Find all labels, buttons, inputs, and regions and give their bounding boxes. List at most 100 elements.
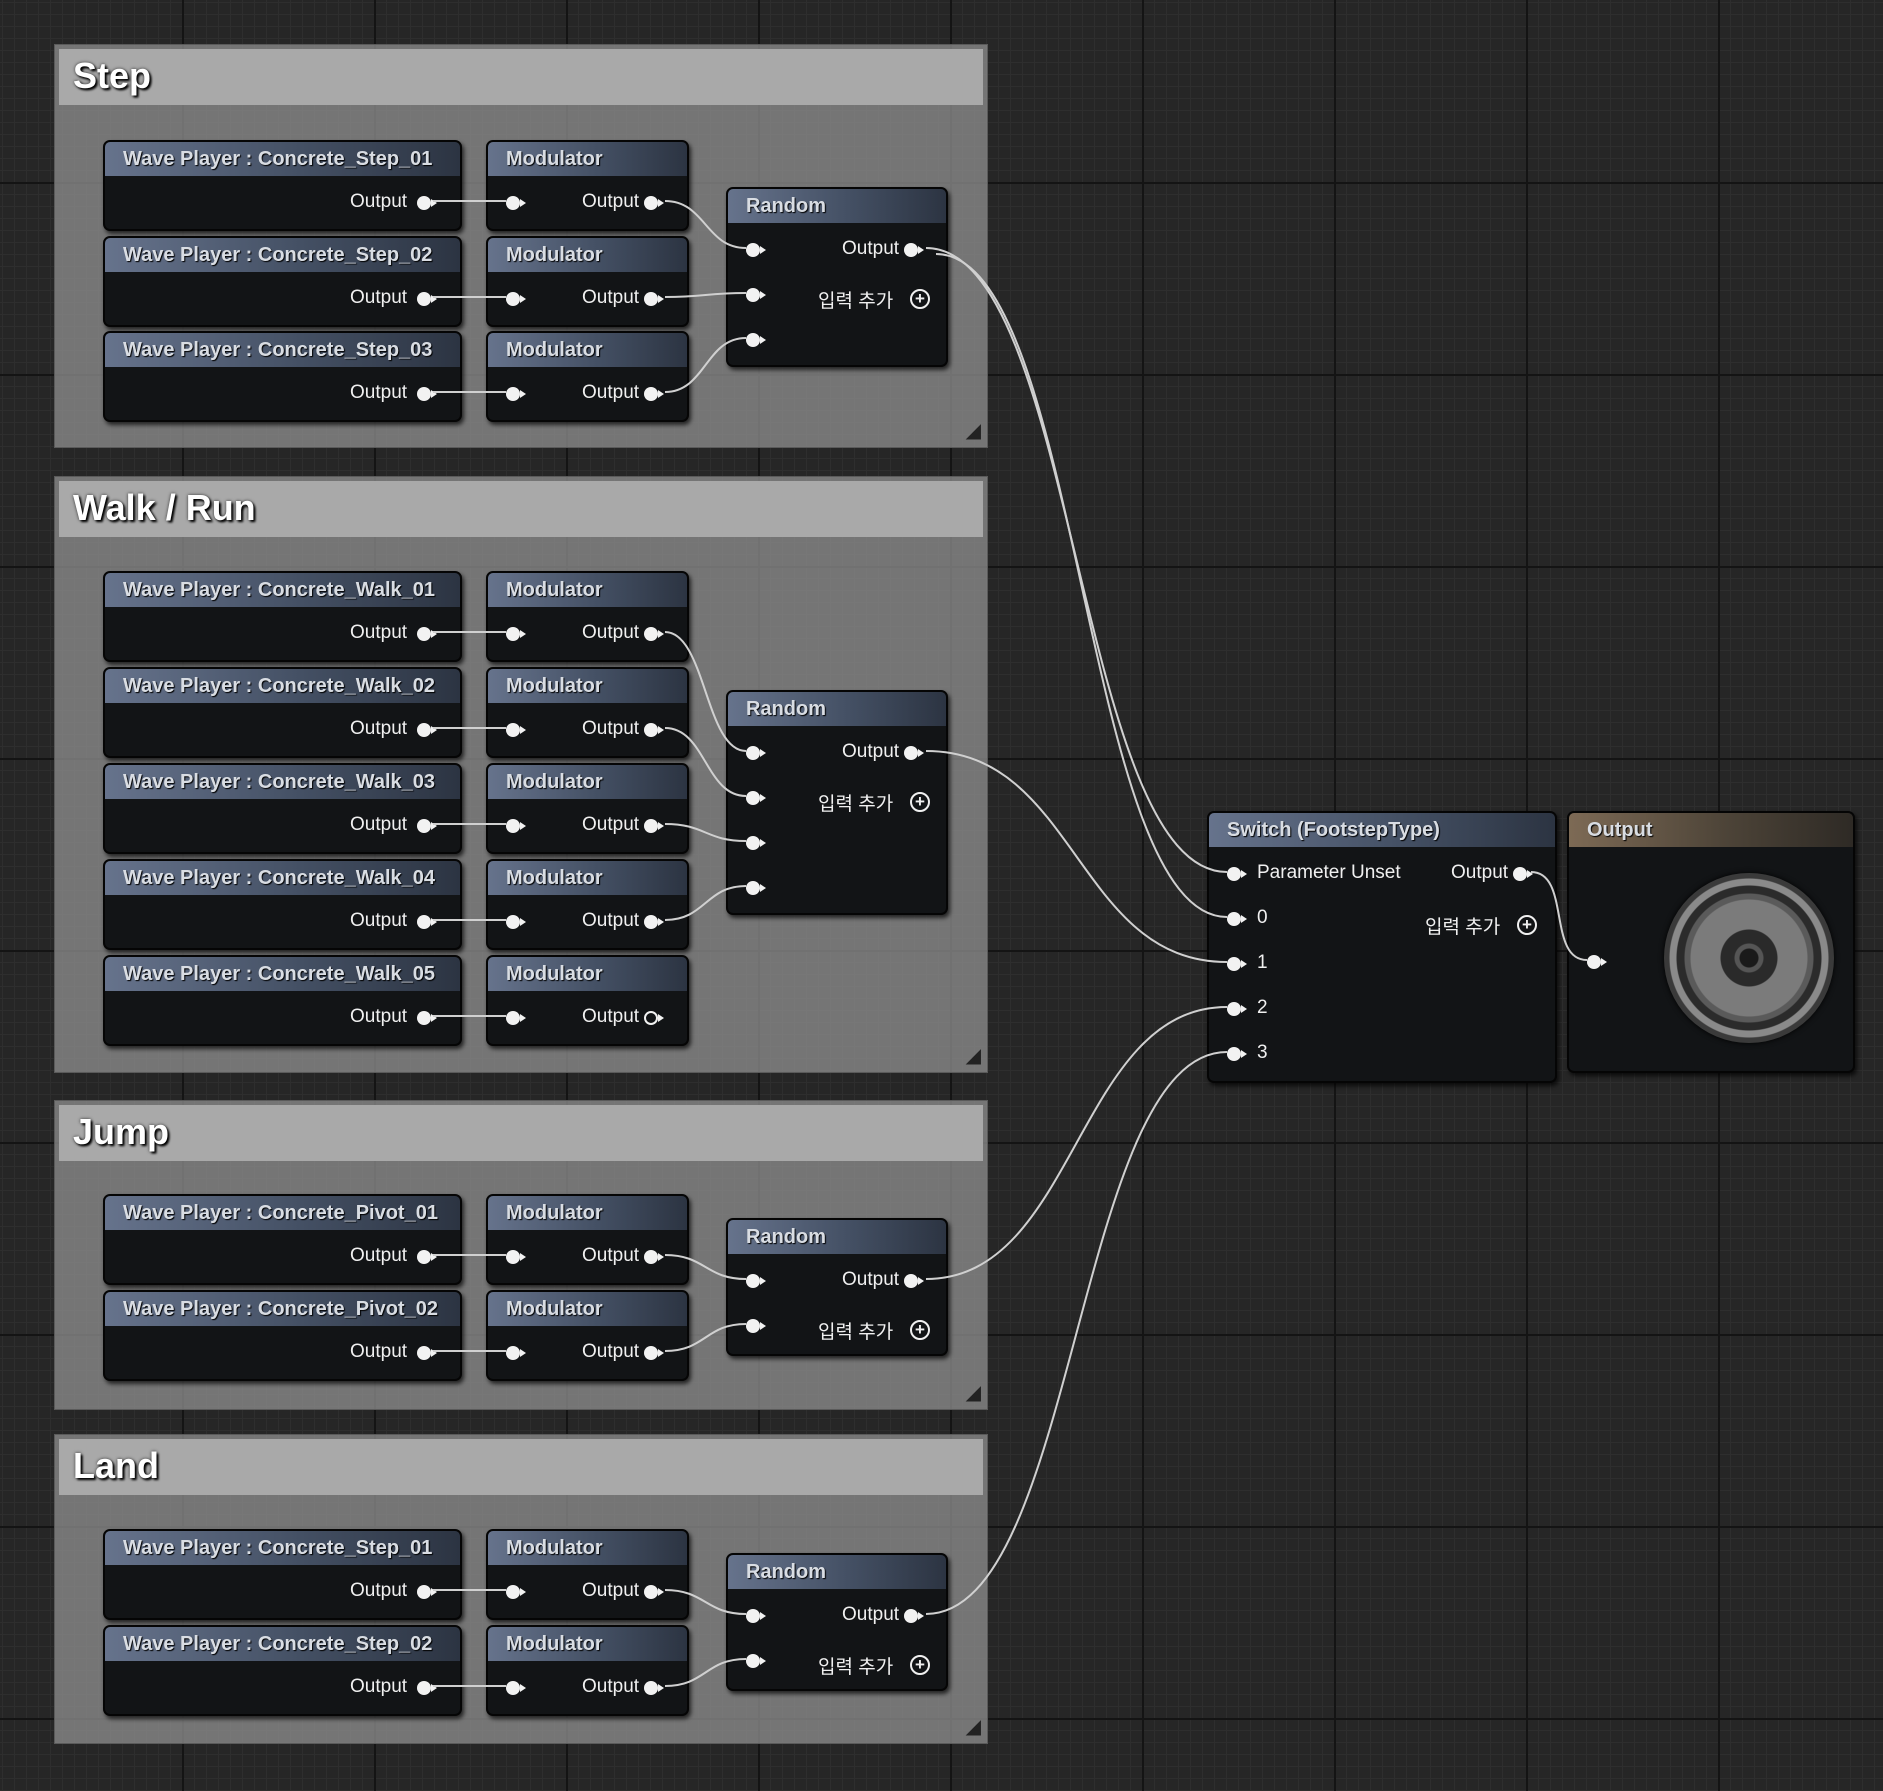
add-input-label[interactable]: 입력 추가	[818, 789, 893, 816]
modulator-node[interactable]: Modulator Output	[486, 140, 689, 231]
wave-player-node[interactable]: Wave Player : Concrete_Step_01 Output	[103, 1529, 462, 1620]
modulator-node[interactable]: Modulator Output	[486, 1194, 689, 1285]
modulator-input-pin[interactable]	[506, 722, 526, 738]
wave-player-node[interactable]: Wave Player : Concrete_Step_01 Output	[103, 140, 462, 231]
resize-handle-icon[interactable]: ◢	[966, 418, 981, 443]
wave-player-node[interactable]: Wave Player : Concrete_Walk_03 Output	[103, 763, 462, 854]
modulator-input-pin[interactable]	[506, 1345, 526, 1361]
modulator-output-pin[interactable]	[644, 1584, 664, 1600]
wave-player-output-pin[interactable]	[417, 1010, 437, 1026]
modulator-input-pin[interactable]	[506, 195, 526, 211]
wave-player-output-pin[interactable]	[417, 1584, 437, 1600]
modulator-output-pin[interactable]	[644, 291, 664, 307]
switch-output-pin[interactable]	[1513, 866, 1533, 882]
add-input-label[interactable]: 입력 추가	[818, 1317, 893, 1344]
add-pin-icon[interactable]: +	[910, 289, 930, 309]
add-pin-icon[interactable]: +	[910, 792, 930, 812]
add-input-label[interactable]: 입력 추가	[818, 286, 893, 313]
modulator-node[interactable]: Modulator Output	[486, 236, 689, 327]
comment-header[interactable]: Walk / Run	[59, 481, 983, 537]
random-output-pin[interactable]	[904, 242, 924, 258]
modulator-output-pin[interactable]	[644, 818, 664, 834]
modulator-output-pin[interactable]	[644, 195, 664, 211]
random-input-pin[interactable]	[746, 332, 766, 348]
random-node[interactable]: Random Output 입력 추가 +	[726, 1553, 948, 1691]
random-node[interactable]: Random Output 입력 추가 +	[726, 187, 948, 367]
random-input-pin[interactable]	[746, 790, 766, 806]
add-input-label[interactable]: 입력 추가	[818, 1652, 893, 1679]
switch-node[interactable]: Switch (FootstepType) Parameter Unset 0 1 2 3…	[1207, 811, 1557, 1083]
modulator-input-pin[interactable]	[506, 1010, 526, 1026]
add-input-label[interactable]: 입력 추가	[1425, 912, 1500, 939]
random-input-pin[interactable]	[746, 835, 766, 851]
modulator-input-pin[interactable]	[506, 818, 526, 834]
wave-player-node[interactable]: Wave Player : Concrete_Walk_02 Output	[103, 667, 462, 758]
modulator-output-pin[interactable]	[644, 914, 664, 930]
output-node[interactable]: Output	[1567, 811, 1855, 1073]
wave-player-output-pin[interactable]	[417, 626, 437, 642]
wave-player-output-pin[interactable]	[417, 914, 437, 930]
modulator-output-pin[interactable]	[644, 626, 664, 642]
modulator-input-pin[interactable]	[506, 1680, 526, 1696]
wave-player-output-pin[interactable]	[417, 722, 437, 738]
comment-header[interactable]: Jump	[59, 1105, 983, 1161]
resize-handle-icon[interactable]: ◢	[966, 1043, 981, 1068]
random-input-pin[interactable]	[746, 1318, 766, 1334]
random-input-pin[interactable]	[746, 745, 766, 761]
modulator-output-pin[interactable]	[644, 1680, 664, 1696]
modulator-input-pin[interactable]	[506, 914, 526, 930]
random-input-pin[interactable]	[746, 880, 766, 896]
modulator-node[interactable]: Modulator Output	[486, 667, 689, 758]
wave-player-node[interactable]: Wave Player : Concrete_Step_02 Output	[103, 236, 462, 327]
random-input-pin[interactable]	[746, 287, 766, 303]
modulator-node[interactable]: Modulator Output	[486, 859, 689, 950]
switch-input-pin[interactable]	[1227, 1046, 1247, 1062]
add-pin-icon[interactable]: +	[910, 1655, 930, 1675]
wave-player-node[interactable]: Wave Player : Concrete_Walk_05 Output	[103, 955, 462, 1046]
modulator-node[interactable]: Modulator Output	[486, 763, 689, 854]
random-node[interactable]: Random Output 입력 추가 +	[726, 1218, 948, 1356]
modulator-output-pin[interactable]	[644, 1345, 664, 1361]
random-input-pin[interactable]	[746, 242, 766, 258]
wave-player-node[interactable]: Wave Player : Concrete_Walk_01 Output	[103, 571, 462, 662]
random-output-pin[interactable]	[904, 1608, 924, 1624]
modulator-node[interactable]: Modulator Output	[486, 331, 689, 422]
modulator-node[interactable]: Modulator Output	[486, 571, 689, 662]
modulator-input-pin[interactable]	[506, 386, 526, 402]
modulator-input-pin[interactable]	[506, 1584, 526, 1600]
random-node[interactable]: Random Output 입력 추가 +	[726, 690, 948, 915]
wave-player-output-pin[interactable]	[417, 1249, 437, 1265]
modulator-input-pin[interactable]	[506, 1249, 526, 1265]
modulator-input-pin[interactable]	[506, 626, 526, 642]
wave-player-node[interactable]: Wave Player : Concrete_Pivot_01 Output	[103, 1194, 462, 1285]
add-pin-icon[interactable]: +	[1517, 915, 1537, 935]
wave-player-output-pin[interactable]	[417, 1680, 437, 1696]
random-input-pin[interactable]	[746, 1273, 766, 1289]
wave-player-node[interactable]: Wave Player : Concrete_Pivot_02 Output	[103, 1290, 462, 1381]
wave-player-output-pin[interactable]	[417, 386, 437, 402]
modulator-input-pin[interactable]	[506, 291, 526, 307]
resize-handle-icon[interactable]: ◢	[966, 1380, 981, 1405]
add-pin-icon[interactable]: +	[910, 1320, 930, 1340]
comment-header[interactable]: Step	[59, 49, 983, 105]
comment-header[interactable]: Land	[59, 1439, 983, 1495]
modulator-node[interactable]: Modulator Output	[486, 1625, 689, 1716]
modulator-node[interactable]: Modulator Output	[486, 1290, 689, 1381]
modulator-output-pin[interactable]	[644, 1249, 664, 1265]
switch-input-pin[interactable]	[1227, 866, 1247, 882]
modulator-output-pin[interactable]	[644, 1010, 664, 1026]
switch-input-pin[interactable]	[1227, 956, 1247, 972]
modulator-node[interactable]: Modulator Output	[486, 955, 689, 1046]
wave-player-node[interactable]: Wave Player : Concrete_Walk_04 Output	[103, 859, 462, 950]
wave-player-node[interactable]: Wave Player : Concrete_Step_02 Output	[103, 1625, 462, 1716]
random-output-pin[interactable]	[904, 745, 924, 761]
wave-player-output-pin[interactable]	[417, 291, 437, 307]
modulator-output-pin[interactable]	[644, 386, 664, 402]
modulator-node[interactable]: Modulator Output	[486, 1529, 689, 1620]
random-input-pin[interactable]	[746, 1608, 766, 1624]
random-output-pin[interactable]	[904, 1273, 924, 1289]
modulator-output-pin[interactable]	[644, 722, 664, 738]
switch-input-pin[interactable]	[1227, 911, 1247, 927]
random-input-pin[interactable]	[746, 1653, 766, 1669]
wave-player-output-pin[interactable]	[417, 1345, 437, 1361]
